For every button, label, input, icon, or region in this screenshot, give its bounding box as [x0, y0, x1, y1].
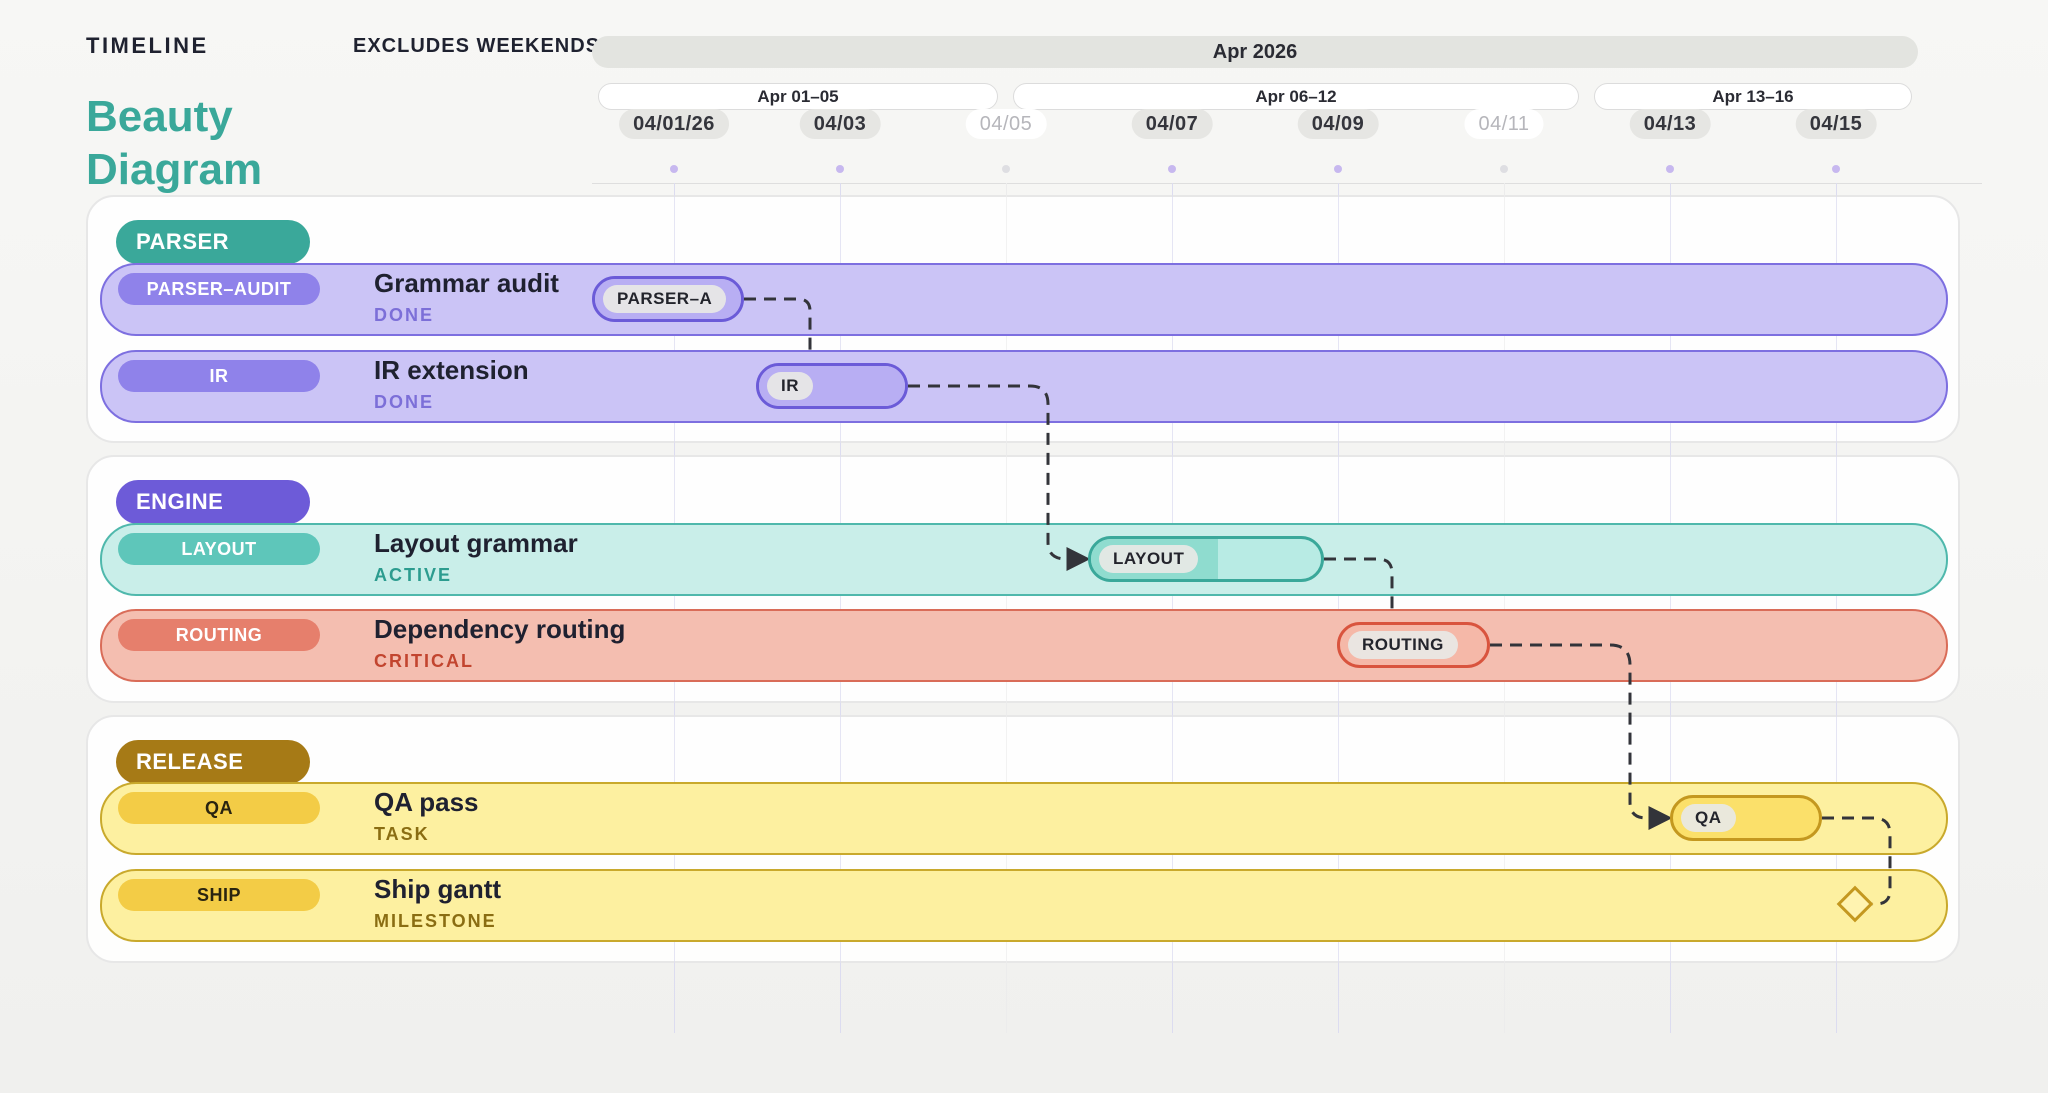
weekend-note: EXCLUDES WEEKENDS [353, 35, 601, 57]
date-tick-label: 04/15 [1795, 109, 1877, 139]
date-tick-dot [1666, 165, 1674, 173]
date-tick-dot [1500, 165, 1508, 173]
task-title-parser-audit: Grammar audit [374, 268, 559, 298]
task-bar-layout[interactable]: LAYOUT [1088, 536, 1324, 582]
date-tick-dot [836, 165, 844, 173]
date-tick-dot [1168, 165, 1176, 173]
date-tick-label: 04/09 [1297, 109, 1379, 139]
task-status-routing: CRITICAL [374, 651, 474, 671]
date-tick-label: 04/13 [1629, 109, 1711, 139]
month-header: Apr 2026 [592, 36, 1918, 68]
date-tick-dot [1334, 165, 1342, 173]
task-tag-parser-audit: PARSER–AUDIT [118, 273, 320, 305]
date-tick-dot [670, 165, 678, 173]
gantt-page: TIMELINE EXCLUDES WEEKENDS Beauty Diagra… [0, 0, 2048, 1093]
task-title-routing: Dependency routing [374, 614, 626, 644]
task-title-layout: Layout grammar [374, 528, 578, 558]
date-tick-label: 04/01/26 [619, 109, 729, 139]
week-header-3: Apr 13–16 [1594, 83, 1912, 110]
task-bar-parser-audit[interactable]: PARSER–A [592, 276, 744, 322]
week-header-2: Apr 06–12 [1013, 83, 1579, 110]
timeline-label: TIMELINE [86, 33, 209, 58]
task-status-ir: DONE [374, 392, 435, 412]
date-tick-dot [1832, 165, 1840, 173]
task-bar-ir[interactable]: IR [756, 363, 908, 409]
task-bar-label: PARSER–A [603, 285, 727, 313]
group-tag-parser[interactable]: PARSER [116, 220, 310, 264]
task-tag-ship: SHIP [118, 879, 320, 911]
task-tag-qa: QA [118, 792, 320, 824]
task-title-ir: IR extension [374, 355, 529, 385]
task-bar-label: QA [1681, 804, 1736, 832]
task-tag-layout: LAYOUT [118, 533, 320, 565]
task-tag-routing: ROUTING [118, 619, 320, 651]
task-title-ship: Ship gantt [374, 874, 502, 904]
date-tick-dot [1002, 165, 1010, 173]
date-tick-label: 04/07 [1131, 109, 1213, 139]
task-bar-label: IR [767, 372, 813, 400]
date-tick-label: 04/03 [799, 109, 881, 139]
task-status-layout: ACTIVE [374, 565, 453, 585]
page-title: Beauty Diagram [86, 92, 263, 194]
axis-line [592, 183, 1982, 184]
date-tick-label: 04/11 [1464, 109, 1544, 139]
task-status-qa: TASK [374, 824, 430, 844]
task-bar-label: LAYOUT [1099, 545, 1199, 573]
group-tag-engine[interactable]: ENGINE [116, 480, 310, 524]
group-tag-release[interactable]: RELEASE [116, 740, 310, 784]
week-header-1: Apr 01–05 [598, 83, 998, 110]
task-status-ship: MILESTONE [374, 911, 497, 931]
task-tag-ir: IR [118, 360, 320, 392]
date-tick-label: 04/05 [965, 109, 1047, 139]
task-bar-qa[interactable]: QA [1670, 795, 1822, 841]
task-title-qa: QA pass [374, 787, 479, 817]
task-bar-routing[interactable]: ROUTING [1337, 622, 1490, 668]
task-bar-label: ROUTING [1348, 631, 1458, 659]
task-status-parser-audit: DONE [374, 305, 435, 325]
